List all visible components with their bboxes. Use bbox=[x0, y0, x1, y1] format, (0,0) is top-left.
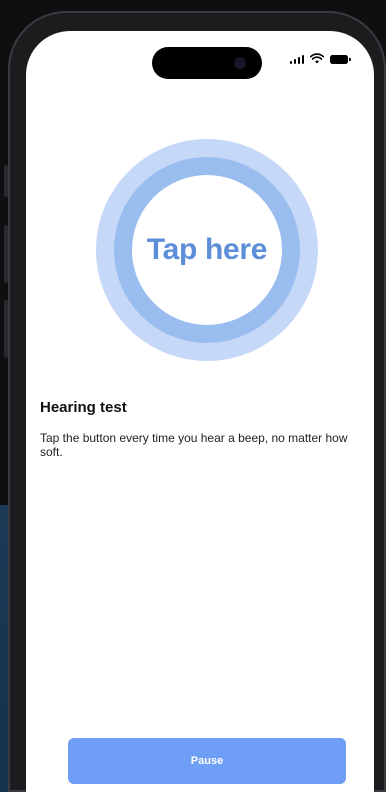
phone-screen: Tap here Hearing test Tap the button eve… bbox=[26, 31, 374, 792]
instructions-text: Tap the button every time you hear a bee… bbox=[40, 431, 348, 459]
wifi-icon bbox=[310, 53, 324, 64]
tap-here-button[interactable]: Tap here bbox=[96, 139, 318, 361]
cellular-signal-icon bbox=[289, 54, 304, 64]
tap-button-ring: Tap here bbox=[114, 157, 300, 343]
page-title: Hearing test bbox=[40, 399, 127, 416]
status-bar bbox=[289, 53, 351, 64]
dynamic-island bbox=[152, 47, 262, 79]
tap-button-center: Tap here bbox=[132, 175, 282, 325]
pause-button[interactable]: Pause bbox=[68, 738, 346, 784]
camera-icon bbox=[234, 57, 246, 69]
battery-icon bbox=[330, 55, 351, 64]
tap-here-label: Tap here bbox=[146, 233, 268, 266]
phone-frame: Tap here Hearing test Tap the button eve… bbox=[8, 11, 386, 792]
